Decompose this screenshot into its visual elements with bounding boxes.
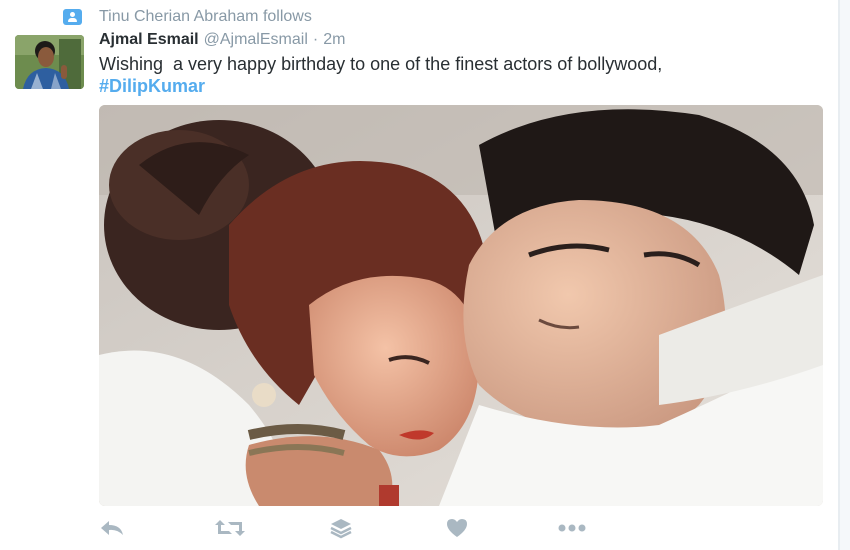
more-button[interactable] xyxy=(557,514,587,542)
author-handle[interactable]: @AjmalEsmail xyxy=(204,31,308,49)
layers-icon xyxy=(330,519,352,539)
social-context: Tinu Cherian Abraham follows xyxy=(63,7,312,27)
follow-person-icon xyxy=(63,9,82,25)
tweet-photo[interactable] xyxy=(99,105,823,506)
retweet-button[interactable] xyxy=(214,514,246,542)
more-dots-icon xyxy=(558,524,586,532)
like-button[interactable] xyxy=(445,514,469,542)
reply-button[interactable] xyxy=(99,514,125,542)
social-context-text[interactable]: Tinu Cherian Abraham follows xyxy=(99,8,312,26)
hashtag-link[interactable]: #DilipKumar xyxy=(99,76,205,96)
reply-icon xyxy=(101,521,123,535)
save-button[interactable] xyxy=(329,514,353,542)
right-gutter xyxy=(840,0,850,550)
tweet-timestamp[interactable]: 2m xyxy=(323,31,345,49)
heart-icon xyxy=(447,519,467,537)
header-separator: · xyxy=(312,31,319,48)
tweet-actions xyxy=(99,514,619,542)
tweet-header: Ajmal Esmail @AjmalEsmail · 2m xyxy=(99,31,345,49)
tweet-text: Wishing a very happy birthday to one of … xyxy=(99,53,829,97)
tweet-body: Wishing a very happy birthday to one of … xyxy=(99,54,668,74)
author-name[interactable]: Ajmal Esmail xyxy=(99,31,199,49)
retweet-icon xyxy=(215,520,245,536)
avatar[interactable] xyxy=(15,35,84,89)
